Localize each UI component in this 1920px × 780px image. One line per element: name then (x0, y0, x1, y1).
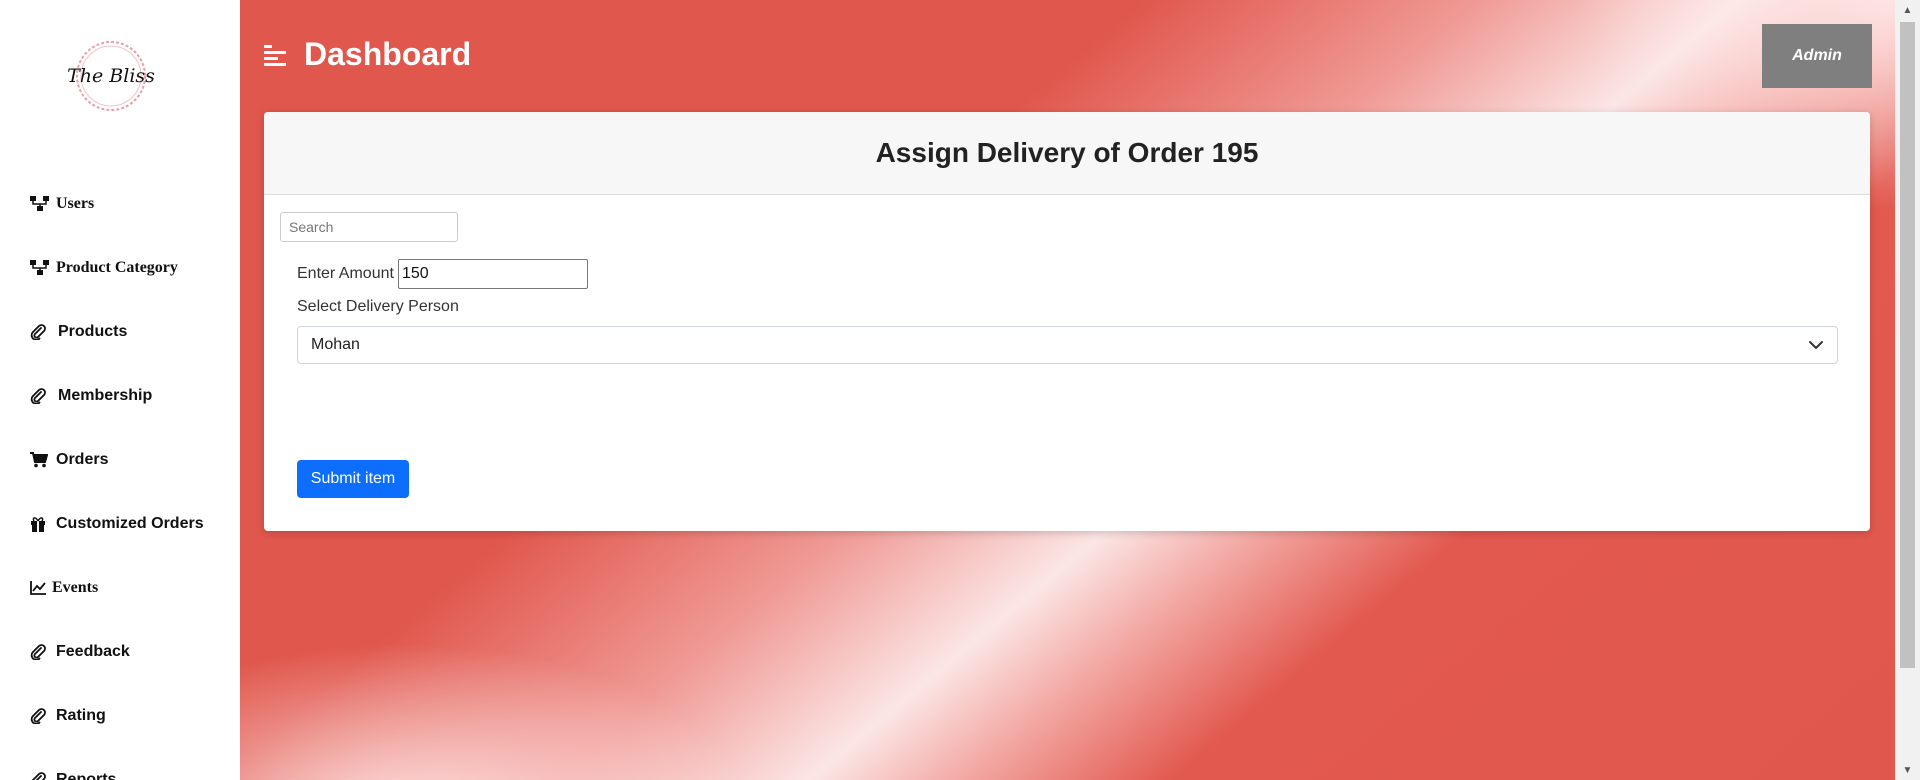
amount-label: Enter Amount (297, 265, 394, 282)
sidebar-item-label: Users (56, 195, 95, 212)
paperclip-icon (30, 386, 50, 406)
card-header: Assign Delivery of Order 195 (264, 112, 1870, 195)
cart-icon (30, 450, 50, 470)
page-title: Dashboard (304, 36, 472, 72)
topbar: Dashboard (264, 36, 471, 73)
sidebar-item-label: Products (58, 323, 128, 340)
sidebar-item-events[interactable]: Events (30, 556, 204, 620)
select-value: Mohan (311, 336, 360, 353)
submit-button[interactable]: Submit item (297, 460, 409, 498)
scroll-up-icon[interactable]: ▲ (1895, 0, 1920, 20)
menu-toggle-icon[interactable] (264, 43, 288, 67)
sitemap-icon (30, 194, 50, 214)
sidebar-item-product-category[interactable]: Product Category (30, 236, 204, 300)
admin-button[interactable]: Admin (1762, 24, 1872, 88)
sidebar-item-label: Events (52, 579, 99, 596)
delivery-person-label: Select Delivery Person (297, 298, 459, 315)
assign-delivery-card: Assign Delivery of Order 195 Enter Amoun… (264, 112, 1870, 531)
sidebar-item-customized-orders[interactable]: Customized Orders (30, 492, 204, 556)
sidebar-item-label: Reports (56, 771, 117, 780)
scroll-thumb[interactable] (1900, 22, 1915, 668)
scroll-down-icon[interactable]: ▼ (1895, 760, 1920, 780)
sidebar-item-label: Orders (56, 451, 109, 468)
sidebar-item-membership[interactable]: Membership (30, 364, 204, 428)
sidebar-nav: Users Product Category Products Membersh… (30, 172, 204, 780)
logo: The Bliss (66, 36, 156, 116)
paperclip-icon (30, 642, 50, 662)
paperclip-icon (30, 770, 50, 780)
sidebar-item-products[interactable]: Products (30, 300, 204, 364)
sidebar-item-label: Feedback (56, 643, 130, 660)
sidebar-item-label: Product Category (56, 259, 178, 276)
amount-row: Enter Amount (297, 259, 588, 289)
logo-text: The Bliss (67, 65, 155, 87)
sidebar-item-feedback[interactable]: Feedback (30, 620, 204, 684)
amount-input[interactable] (397, 259, 588, 289)
sidebar-item-rating[interactable]: Rating (30, 684, 204, 748)
paperclip-icon (30, 322, 50, 342)
sidebar-item-reports[interactable]: Reports (30, 748, 204, 780)
sidebar-item-orders[interactable]: Orders (30, 428, 204, 492)
paperclip-icon (30, 706, 50, 726)
delivery-person-select[interactable]: Mohan (297, 326, 1838, 364)
gift-icon (30, 514, 50, 534)
scrollbar[interactable]: ▲ ▼ (1895, 0, 1920, 780)
sidebar: The Bliss Users Product Category Product… (0, 0, 240, 780)
sidebar-item-label: Customized Orders (56, 515, 204, 532)
sidebar-item-label: Membership (58, 387, 153, 404)
sitemap-icon (30, 258, 50, 278)
chart-line-icon (30, 578, 50, 598)
sidebar-item-users[interactable]: Users (30, 172, 204, 236)
main-content: Dashboard Admin Assign Delivery of Order… (240, 0, 1895, 780)
sidebar-item-label: Rating (56, 707, 106, 724)
chevron-down-icon (1809, 341, 1823, 349)
card-title: Assign Delivery of Order 195 (875, 137, 1259, 168)
search-input[interactable] (280, 212, 458, 242)
